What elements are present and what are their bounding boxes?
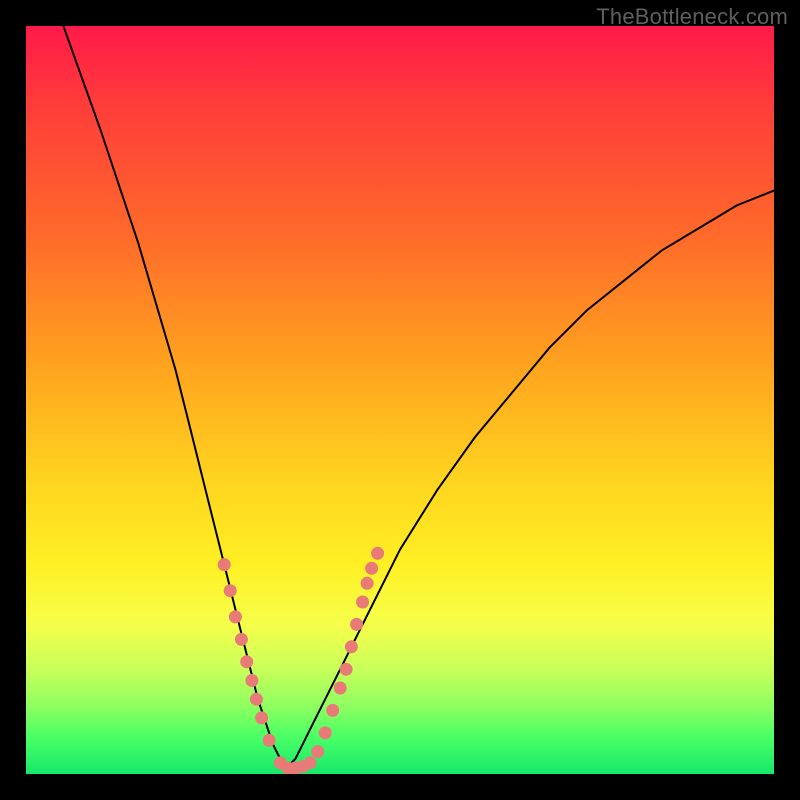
data-dot <box>245 674 258 687</box>
data-dot <box>235 633 248 646</box>
data-dot <box>255 711 268 724</box>
chart-frame: TheBottleneck.com <box>0 0 800 800</box>
data-dot <box>319 726 332 739</box>
curve-right-branch <box>288 191 774 767</box>
scatter-dots <box>218 547 384 774</box>
plot-area <box>26 26 774 774</box>
data-dot <box>218 558 231 571</box>
data-dot <box>356 596 369 609</box>
data-dot <box>350 618 363 631</box>
data-dot <box>345 640 358 653</box>
data-dot <box>334 682 347 695</box>
data-dot <box>371 547 384 560</box>
data-dot <box>304 756 317 769</box>
data-dot <box>263 734 276 747</box>
data-dot <box>311 745 324 758</box>
data-dot <box>361 577 374 590</box>
data-dot <box>340 663 353 676</box>
data-dot <box>326 704 339 717</box>
data-dot <box>365 562 378 575</box>
data-dot <box>240 655 253 668</box>
data-dot <box>250 693 263 706</box>
curve-left-branch <box>63 26 287 767</box>
chart-svg <box>26 26 774 774</box>
data-dot <box>229 610 242 623</box>
data-dot <box>224 584 237 597</box>
